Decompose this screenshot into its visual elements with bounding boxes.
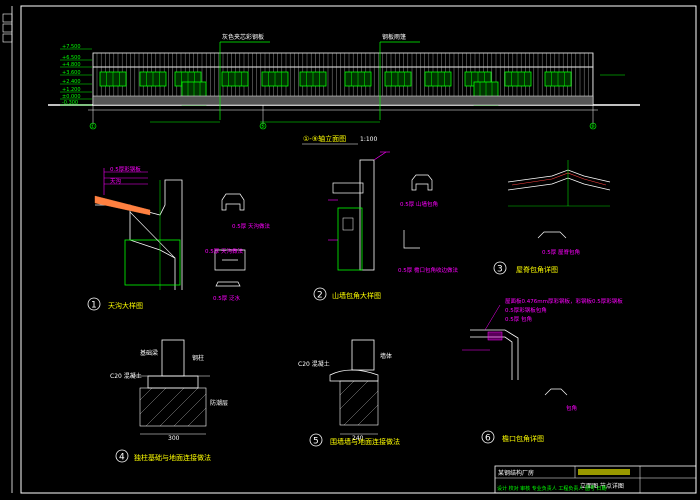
d2-number: 2 <box>317 291 323 301</box>
elevation-window <box>221 71 249 87</box>
elevation-window <box>544 71 572 87</box>
level-label: +6.500 <box>62 55 81 61</box>
detail-6: 屋面板0.476mm厚彩钢板，彩钢板0.5厚彩钢板 0.5厚彩钢板包角 0.5厚… <box>462 297 623 444</box>
d3-number: 3 <box>497 265 503 275</box>
elevation-window <box>299 71 327 87</box>
level-label: +1.200 <box>62 87 81 93</box>
d4-label1: C20 混凝土 <box>110 372 142 380</box>
d5-label1: C20 混凝土 <box>298 360 330 368</box>
level-label: -0.300 <box>62 100 78 106</box>
d1-note: 0.5厚彩钢板 <box>110 165 141 173</box>
d6-number: 6 <box>485 434 491 444</box>
axis-mid: ⑤ <box>261 124 265 130</box>
d3-sub1: 0.5厚 屋脊包角 <box>542 248 580 256</box>
elevation-scale: 1:100 <box>360 136 377 143</box>
d5-title: 围墙墙与地面连接做法 <box>330 437 400 446</box>
d6-sub: 包角 <box>566 404 577 412</box>
d5-number: 5 <box>313 437 319 447</box>
elevation-window <box>139 71 167 87</box>
d6-note1: 屋面板0.476mm厚彩钢板，彩钢板0.5厚彩钢板 <box>505 297 623 305</box>
elevation-window <box>504 71 532 87</box>
d1-number: 1 <box>91 301 97 311</box>
title-block: 某钢结构厂房 立面图 节点详图 设计 校对 审核 专业负责人 工程负责人 图号 … <box>494 465 697 494</box>
cad-drawing-canvas: 灰色夹芯彩钢板 钢板雨篷 +7.500 +6.500+4.800 +3.600 +2.… <box>2 5 697 494</box>
elevation-window <box>344 71 372 87</box>
level-label: +3.600 <box>62 70 81 76</box>
d5-label2: 墙体 <box>380 352 392 360</box>
d6-note3: 0.5厚 包角 <box>505 315 532 323</box>
level-label: +7.500 <box>62 44 81 50</box>
d2-sub2: 0.5厚 檐口包角收边做法 <box>398 266 458 274</box>
d2-sub1: 0.5厚 山墙包角 <box>400 200 438 208</box>
callout-left: 灰色夹芯彩钢板 <box>222 33 264 41</box>
d4-label4: 防潮层 <box>210 399 228 407</box>
d1-title: 天沟大样图 <box>108 301 143 310</box>
elevation-title: ①-⑨轴立面图 <box>303 134 346 143</box>
detail-1: 0.5厚彩钢板 天沟 0.5厚 天沟做法 0.5厚 天沟做法 0.5厚 泛水 1… <box>87 165 270 311</box>
elevation-window <box>261 71 289 87</box>
tb-project: 某钢结构厂房 <box>498 469 534 477</box>
d4-dim: 300 <box>168 435 180 442</box>
d4-title: 独柱基础与地面连接做法 <box>134 453 211 462</box>
level-label: +2.400 <box>62 79 81 85</box>
elevation-window <box>99 71 127 87</box>
callout-right: 钢板雨篷 <box>382 33 406 41</box>
elevation-view: 灰色夹芯彩钢板 钢板雨篷 +7.500 +6.500+4.800 +3.600 +2.… <box>48 33 640 145</box>
d2-title: 山墙包角大样图 <box>332 291 381 300</box>
level-label: +4.800 <box>62 62 81 68</box>
detail-5: 240 C20 混凝土 墙体 5 围墙墙与地面连接做法 <box>298 339 400 447</box>
d1-sub1: 0.5厚 天沟做法 <box>232 222 270 230</box>
detail-2: 0.5厚 山墙包角 0.5厚 檐口包角收边做法 2 山墙包角大样图 <box>313 151 458 301</box>
d4-label2: 基础梁 <box>140 349 158 357</box>
d4-label3: 钢柱 <box>192 354 204 362</box>
left-binding-strip <box>2 13 13 43</box>
detail-3: 0.5厚 屋脊包角 3 屋脊包角详图 <box>493 160 611 275</box>
axis-left: ① <box>91 124 96 130</box>
d3-title: 屋脊包角详图 <box>516 265 558 274</box>
d6-note2: 0.5厚彩钢板包角 <box>505 306 547 314</box>
d6-title: 檐口包角详图 <box>502 434 544 443</box>
tb-footer: 设计 校对 审核 专业负责人 工程负责人 图号 日期 <box>497 485 607 492</box>
axis-right: ⑨ <box>591 124 595 130</box>
detail-4: 300 C20 混凝土 基础梁 钢柱 防潮层 4 独柱基础与地面连接做法 <box>110 339 228 463</box>
elevation-window <box>384 71 412 87</box>
d1-gutter: 天沟 <box>110 177 122 185</box>
d4-number: 4 <box>119 453 125 463</box>
d1-sub2: 0.5厚 天沟做法 <box>205 247 243 255</box>
d1-sub3: 0.5厚 泛水 <box>213 294 240 302</box>
elevation-window <box>424 71 452 87</box>
